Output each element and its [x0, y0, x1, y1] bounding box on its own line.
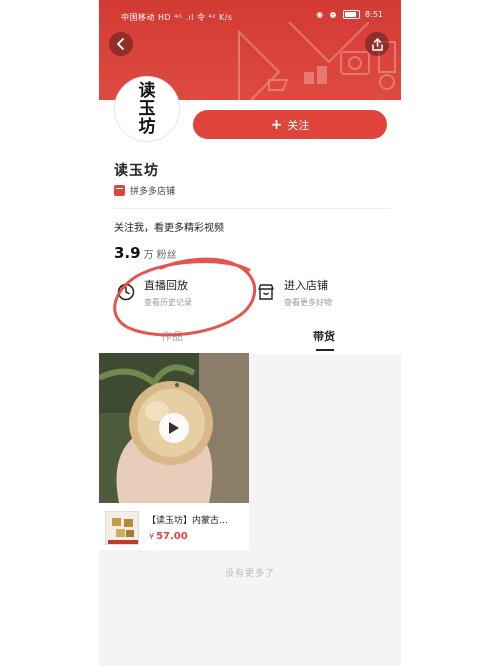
fans-count[interactable]: 3.9 万 粉丝	[114, 244, 177, 262]
clock-icon	[117, 283, 135, 301]
product-title: 【读玉坊】内蒙古…	[147, 516, 229, 526]
live-replay-subtitle: 查看历史记录	[144, 298, 192, 307]
fans-unit: 万	[143, 250, 154, 261]
shop-name: 读玉坊	[114, 163, 159, 179]
enter-shop-entry[interactable]: 进入店铺 查看更多好物	[257, 277, 332, 313]
product-price: ¥57.00	[149, 531, 188, 542]
clock-time: 8:51	[365, 10, 383, 19]
thumbnail-photo	[106, 512, 138, 544]
product-thumbnail[interactable]	[105, 511, 139, 545]
price-currency: ¥	[149, 532, 155, 541]
active-tab-indicator	[316, 349, 334, 351]
avatar-text: 读玉坊	[138, 81, 156, 137]
shop-tag-label: 拼多多店铺	[130, 187, 176, 197]
store-tag-icon	[114, 185, 125, 196]
follow-button[interactable]: + 关注	[193, 110, 387, 139]
price-value: 57.00	[156, 531, 188, 542]
tab-goods[interactable]: 带货	[313, 328, 335, 344]
no-more-text: 没有更多了	[224, 569, 275, 579]
share-icon	[371, 37, 383, 51]
tab-works[interactable]: 作品	[161, 328, 183, 344]
fans-value: 3.9	[114, 244, 141, 262]
avatar[interactable]: 读玉坊	[114, 76, 180, 142]
status-bar: 中国移动 HD ⁴ᴳ .ıl 令 ⁴² K/s ◉ ⏰ 8:51	[99, 0, 401, 34]
profile-description: 关注我，看更多精彩视频	[114, 223, 224, 234]
follow-label: 关注	[287, 118, 310, 132]
chevron-left-icon	[117, 38, 124, 50]
battery-icon	[343, 10, 361, 19]
carrier-text: 中国移动 HD ⁴ᴳ .ıl 令 ⁴² K/s	[121, 13, 233, 22]
plus-icon: +	[270, 116, 283, 133]
live-replay-entry[interactable]: 直播回放 查看历史记录	[117, 277, 192, 313]
play-button[interactable]	[159, 413, 189, 443]
fans-label: 粉丝	[156, 250, 177, 261]
enter-shop-title: 进入店铺	[284, 279, 328, 292]
live-replay-title: 直播回放	[144, 279, 188, 292]
content-tabs: 作品 带货	[99, 322, 401, 352]
shop-tag: 拼多多店铺	[114, 184, 175, 197]
play-icon	[169, 422, 179, 434]
product-video-thumbnail[interactable]	[99, 353, 249, 503]
eye-icon: ◉	[316, 10, 324, 19]
enter-shop-subtitle: 查看更多好物	[284, 298, 332, 307]
phone-screen: 中国移动 HD ⁴ᴳ .ıl 令 ⁴² K/s ◉ ⏰ 8:51 读玉坊 + 关…	[99, 0, 401, 666]
back-button[interactable]	[109, 32, 133, 56]
store-icon	[258, 284, 274, 300]
alarm-icon: ⏰	[328, 10, 339, 19]
divider	[114, 208, 390, 209]
product-card[interactable]: 【读玉坊】内蒙古… ¥57.00	[99, 353, 249, 550]
share-button[interactable]	[365, 32, 389, 56]
